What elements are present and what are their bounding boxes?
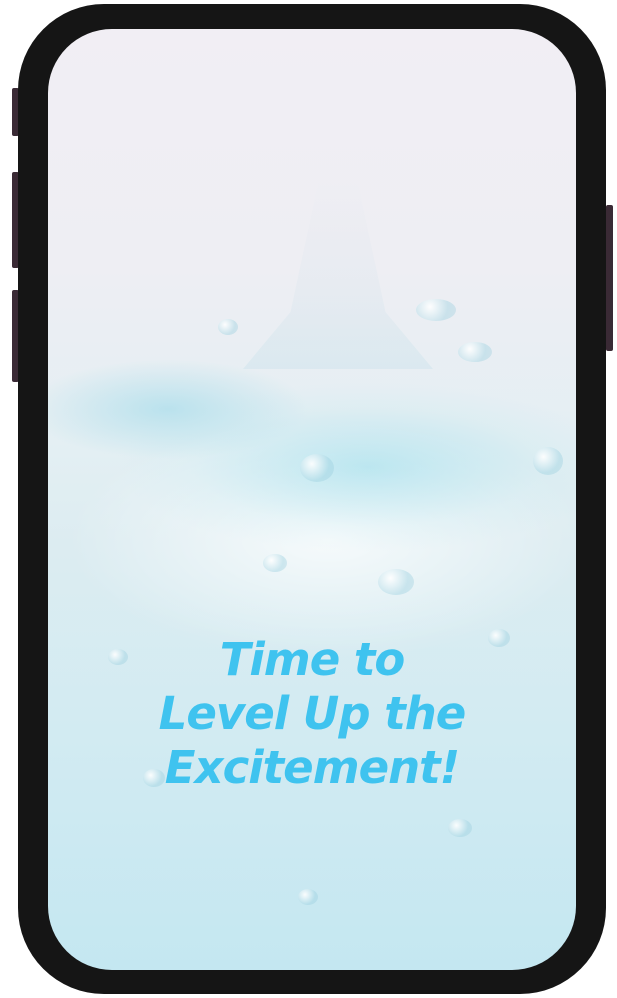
page: Time to Level Up the Excitement!	[0, 0, 617, 998]
water-drop	[416, 299, 456, 321]
water-drop	[533, 447, 563, 475]
water-drop	[378, 569, 414, 595]
water-drop	[300, 454, 334, 482]
water-drop	[448, 819, 472, 837]
water-drop	[298, 889, 318, 905]
power-button[interactable]	[606, 205, 613, 351]
headline: Time to Level Up the Excitement!	[48, 633, 576, 795]
water-drop	[263, 554, 287, 572]
headline-line: Level Up the	[158, 687, 467, 740]
headline-line: Time to	[219, 633, 406, 686]
water-drop	[458, 342, 492, 362]
headline-line: Excitement!	[164, 741, 460, 794]
phone-screen: Time to Level Up the Excitement!	[48, 29, 576, 970]
water-splash	[243, 179, 433, 369]
water-drop	[218, 319, 238, 335]
